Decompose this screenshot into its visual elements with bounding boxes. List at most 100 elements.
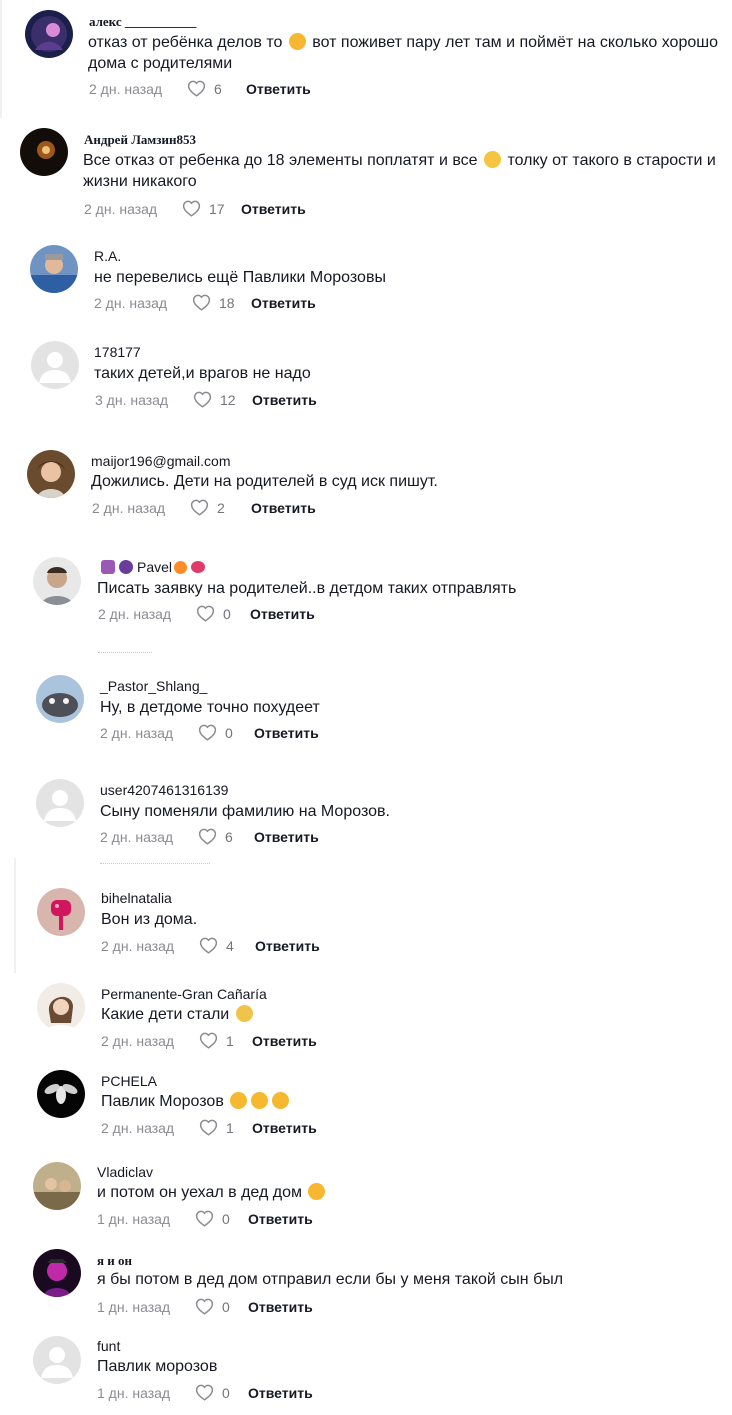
- avatar[interactable]: [20, 128, 68, 176]
- avatar[interactable]: [27, 450, 75, 498]
- username[interactable]: Pavel: [99, 559, 207, 575]
- comment-item: user4207461316139 Сыну поменяли фамилию …: [0, 770, 732, 870]
- like-button[interactable]: 4: [199, 937, 253, 954]
- comment-meta: 2 дн. назад 0 Ответить: [98, 605, 315, 622]
- laughing-tears-emoji-icon: [251, 1092, 269, 1109]
- like-count: 0: [223, 605, 231, 622]
- reply-button[interactable]: Ответить: [246, 81, 311, 97]
- avatar[interactable]: [31, 341, 79, 389]
- heart-icon[interactable]: [195, 1384, 214, 1401]
- avatar[interactable]: [37, 983, 85, 1031]
- comment-text: Дожились. Дети на родителей в суд иск пи…: [91, 473, 438, 490]
- timestamp: 2 дн. назад: [94, 294, 168, 311]
- like-count: 4: [226, 937, 234, 954]
- like-button[interactable]: 0: [198, 724, 252, 741]
- username[interactable]: R.A.: [94, 248, 121, 264]
- like-button[interactable]: 17: [182, 200, 239, 217]
- timestamp: 1 дн. назад: [97, 1384, 171, 1401]
- heart-icon[interactable]: [198, 828, 217, 845]
- reply-button[interactable]: Ответить: [248, 1211, 313, 1227]
- comment-text: Вон из дома.: [101, 911, 198, 928]
- avatar[interactable]: [33, 1162, 81, 1210]
- like-count: 0: [222, 1298, 230, 1315]
- like-count: 2: [217, 499, 225, 516]
- comment-meta: 2 дн. назад 1 Ответить: [101, 1119, 317, 1136]
- avatar[interactable]: [36, 779, 84, 827]
- username[interactable]: алекс ___________: [89, 14, 196, 30]
- avatar[interactable]: [25, 10, 73, 58]
- like-count: 0: [222, 1210, 230, 1227]
- heart-icon[interactable]: [196, 605, 215, 622]
- username[interactable]: PCHELA: [101, 1073, 157, 1089]
- username[interactable]: Vladiclav: [97, 1164, 153, 1180]
- username[interactable]: 178177: [94, 344, 141, 360]
- heart-icon[interactable]: [187, 80, 206, 97]
- username[interactable]: funt: [97, 1338, 120, 1354]
- avatar[interactable]: [37, 888, 85, 936]
- avatar[interactable]: [30, 245, 78, 293]
- comment-meta: 1 дн. назад 0 Ответить: [97, 1210, 313, 1227]
- reply-button[interactable]: Ответить: [251, 295, 316, 311]
- reply-button[interactable]: Ответить: [252, 1120, 317, 1136]
- heart-icon[interactable]: [199, 1119, 218, 1136]
- avatar[interactable]: [36, 675, 84, 723]
- username[interactable]: maijor196@gmail.com: [91, 453, 230, 469]
- reply-button[interactable]: Ответить: [248, 1385, 313, 1401]
- username[interactable]: user4207461316139: [100, 782, 228, 798]
- reply-button[interactable]: Ответить: [241, 201, 306, 217]
- person-facepalming-emoji-icon: [235, 1005, 253, 1022]
- heart-icon[interactable]: [193, 391, 212, 408]
- comment-text: Ну, в детдоме точно похудеет: [100, 699, 320, 716]
- timestamp: 2 дн. назад: [92, 499, 166, 516]
- like-button[interactable]: 2: [190, 499, 249, 516]
- reply-button[interactable]: Ответить: [255, 938, 320, 954]
- comment-meta: 2 дн. назад 6 Ответить: [100, 828, 319, 845]
- comment-meta: 2 дн. назад 1 Ответить: [101, 1032, 317, 1049]
- like-button[interactable]: 0: [195, 1384, 246, 1401]
- purple-heart-box-icon: [101, 560, 115, 574]
- reply-button[interactable]: Ответить: [252, 392, 317, 408]
- heart-icon[interactable]: [195, 1210, 214, 1227]
- username[interactable]: Андрей Ламзин853: [84, 132, 196, 148]
- username[interactable]: я и он: [97, 1253, 132, 1269]
- like-button[interactable]: 18: [192, 294, 249, 311]
- username[interactable]: Permanente-Gran Cañaría: [101, 986, 267, 1002]
- comment-item: _Pastor_Shlang_ Ну, в детдоме точно поху…: [0, 666, 732, 766]
- like-button[interactable]: 0: [195, 1298, 246, 1315]
- comment-meta: 3 дн. назад 12 Ответить: [95, 391, 317, 408]
- reply-button[interactable]: Ответить: [250, 606, 315, 622]
- reply-button[interactable]: Ответить: [252, 1033, 317, 1049]
- comment-meta: 2 дн. назад 0 Ответить: [100, 724, 319, 741]
- like-button[interactable]: 6: [198, 828, 252, 845]
- comment-text: и потом он уехал в дед дом: [97, 1182, 732, 1203]
- lips-icon: [191, 561, 206, 573]
- like-button[interactable]: 1: [199, 1032, 250, 1049]
- avatar[interactable]: [33, 1336, 81, 1384]
- rofl-emoji-icon: [308, 1183, 326, 1200]
- heart-icon[interactable]: [199, 1032, 218, 1049]
- username[interactable]: _Pastor_Shlang_: [100, 678, 207, 694]
- heart-icon[interactable]: [192, 294, 211, 311]
- heart-icon[interactable]: [199, 937, 218, 954]
- avatar[interactable]: [37, 1070, 85, 1118]
- avatar[interactable]: [33, 1249, 81, 1297]
- username[interactable]: bihelnatalia: [101, 890, 172, 906]
- reply-button[interactable]: Ответить: [254, 829, 319, 845]
- like-button[interactable]: 6: [187, 80, 244, 97]
- avatar[interactable]: [33, 557, 81, 605]
- heart-icon[interactable]: [198, 724, 217, 741]
- comment-meta: 2 дн. назад 6 Ответить: [89, 80, 311, 97]
- heart-icon[interactable]: [195, 1298, 214, 1315]
- like-button[interactable]: 1: [199, 1119, 250, 1136]
- reply-button[interactable]: Ответить: [254, 725, 319, 741]
- like-button[interactable]: 0: [196, 605, 248, 622]
- like-button[interactable]: 0: [195, 1210, 246, 1227]
- timestamp: 1 дн. назад: [97, 1210, 171, 1227]
- comment-meta: 2 дн. назад 18 Ответить: [94, 294, 316, 311]
- comment-item: алекс ___________ отказ от ребёнка делов…: [0, 0, 732, 120]
- like-button[interactable]: 12: [193, 391, 250, 408]
- heart-icon[interactable]: [182, 200, 201, 217]
- reply-button[interactable]: Ответить: [251, 500, 316, 516]
- heart-icon[interactable]: [190, 499, 209, 516]
- reply-button[interactable]: Ответить: [248, 1299, 313, 1315]
